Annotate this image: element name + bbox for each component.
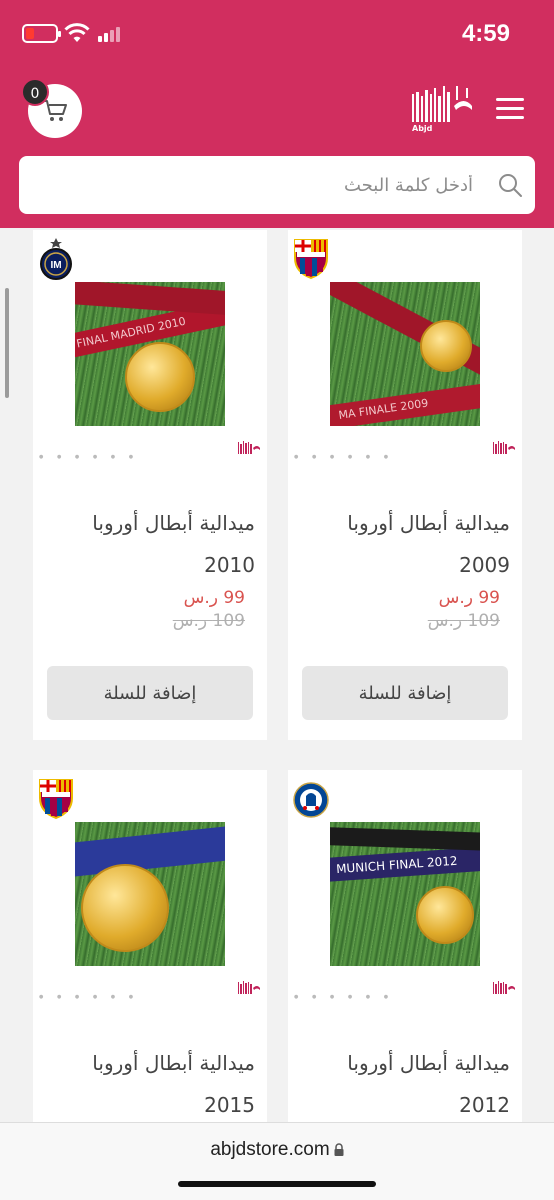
product-photo: MA FINALE 2009 [330, 282, 480, 426]
cart-count-badge: 0 [21, 78, 49, 106]
fc-barcelona-crest-icon [294, 239, 328, 280]
product-photo: MUNICH FINAL 2012 [330, 822, 480, 966]
hamburger-menu-icon[interactable] [496, 98, 524, 122]
search-bar [19, 156, 535, 214]
product-card[interactable]: MUNICH FINAL 2012 ● ● ● ● ● ● ميدالية أب… [288, 770, 522, 1122]
watermark-row: ● ● ● ● ● ● [39, 994, 140, 1000]
abjd-watermark-logo-icon [238, 441, 260, 454]
gold-medal [420, 320, 472, 372]
ribbon-text: MA FINALE 2009 [330, 380, 480, 426]
product-photo: FINAL MADRID 2010 [75, 282, 225, 426]
cellular-signal-icon [98, 26, 122, 42]
product-year: 2012 [459, 1093, 510, 1117]
product-year: 2010 [204, 553, 255, 577]
medal-case [330, 826, 480, 852]
product-price: 99 ر.س [438, 588, 500, 608]
url-display[interactable]: abjdstore.com [0, 1139, 554, 1161]
product-price: 99 ر.س [183, 588, 245, 608]
fc-barcelona-crest-icon [39, 779, 73, 820]
product-title[interactable]: ميدالية أبطال أوروبا 2015 [43, 1042, 255, 1122]
add-to-cart-button[interactable]: إضافة للسلة [302, 666, 508, 720]
abjd-watermark-logo-icon [493, 981, 515, 994]
chelsea-crest-icon [293, 782, 329, 818]
gold-medal [125, 342, 195, 412]
product-year: 2015 [204, 1093, 255, 1117]
lock-icon [334, 1143, 344, 1157]
product-old-price: 109 ر.س [427, 611, 500, 631]
abjd-watermark-logo-icon [493, 441, 515, 454]
status-bar: 4:59 [0, 0, 554, 66]
search-icon[interactable] [497, 172, 523, 198]
scrollbar[interactable] [5, 288, 9, 398]
battery-icon [22, 24, 61, 43]
url-text: abjdstore.com [210, 1139, 330, 1160]
svg-text:IM: IM [50, 260, 61, 271]
ribbon-text: MUNICH FINAL 2012 [330, 845, 480, 883]
gold-medal [81, 864, 169, 952]
product-image[interactable]: IM FINAL MADRID 2010 ● ● ● ● ● ● [33, 230, 267, 470]
status-time: 4:59 [461, 20, 510, 47]
product-image[interactable]: ● ● ● ● ● ● [33, 770, 267, 1010]
inter-milan-crest-icon: IM [40, 238, 72, 280]
watermark-row: ● ● ● ● ● ● [39, 454, 140, 460]
logo-text: Abjd [412, 124, 433, 133]
product-title[interactable]: ميدالية أبطال أوروبا 2012 [298, 1042, 510, 1122]
product-title[interactable]: ميدالية أبطال أوروبا 2009 [298, 502, 510, 586]
shopping-cart-icon [43, 100, 67, 121]
app-header: 4:59 0 Abjd [0, 0, 554, 228]
product-image[interactable]: MA FINALE 2009 ● ● ● ● ● ● [288, 230, 522, 470]
watermark-row: ● ● ● ● ● ● [294, 994, 395, 1000]
watermark-row: ● ● ● ● ● ● [294, 454, 395, 460]
product-card[interactable]: IM FINAL MADRID 2010 ● ● ● ● ● ● ميدالية… [33, 230, 267, 740]
product-image[interactable]: MUNICH FINAL 2012 ● ● ● ● ● ● [288, 770, 522, 1010]
browser-address-bar: abjdstore.com [0, 1122, 554, 1200]
product-photo [75, 822, 225, 966]
medal-ribbon [75, 282, 225, 317]
add-to-cart-button[interactable]: إضافة للسلة [47, 666, 253, 720]
home-indicator[interactable] [178, 1181, 376, 1187]
product-card[interactable]: ● ● ● ● ● ● ميدالية أبطال أوروبا 2015 [33, 770, 267, 1122]
product-title[interactable]: ميدالية أبطال أوروبا 2010 [43, 502, 255, 586]
medal-ribbon [75, 823, 225, 879]
abjd-watermark-logo-icon [238, 981, 260, 994]
search-input[interactable] [33, 164, 473, 206]
product-year: 2009 [459, 553, 510, 577]
wifi-icon [64, 23, 90, 42]
product-card[interactable]: MA FINALE 2009 ● ● ● ● ● ● ميدالية أبطال… [288, 230, 522, 740]
product-old-price: 109 ر.س [172, 611, 245, 631]
gold-medal [416, 886, 474, 944]
